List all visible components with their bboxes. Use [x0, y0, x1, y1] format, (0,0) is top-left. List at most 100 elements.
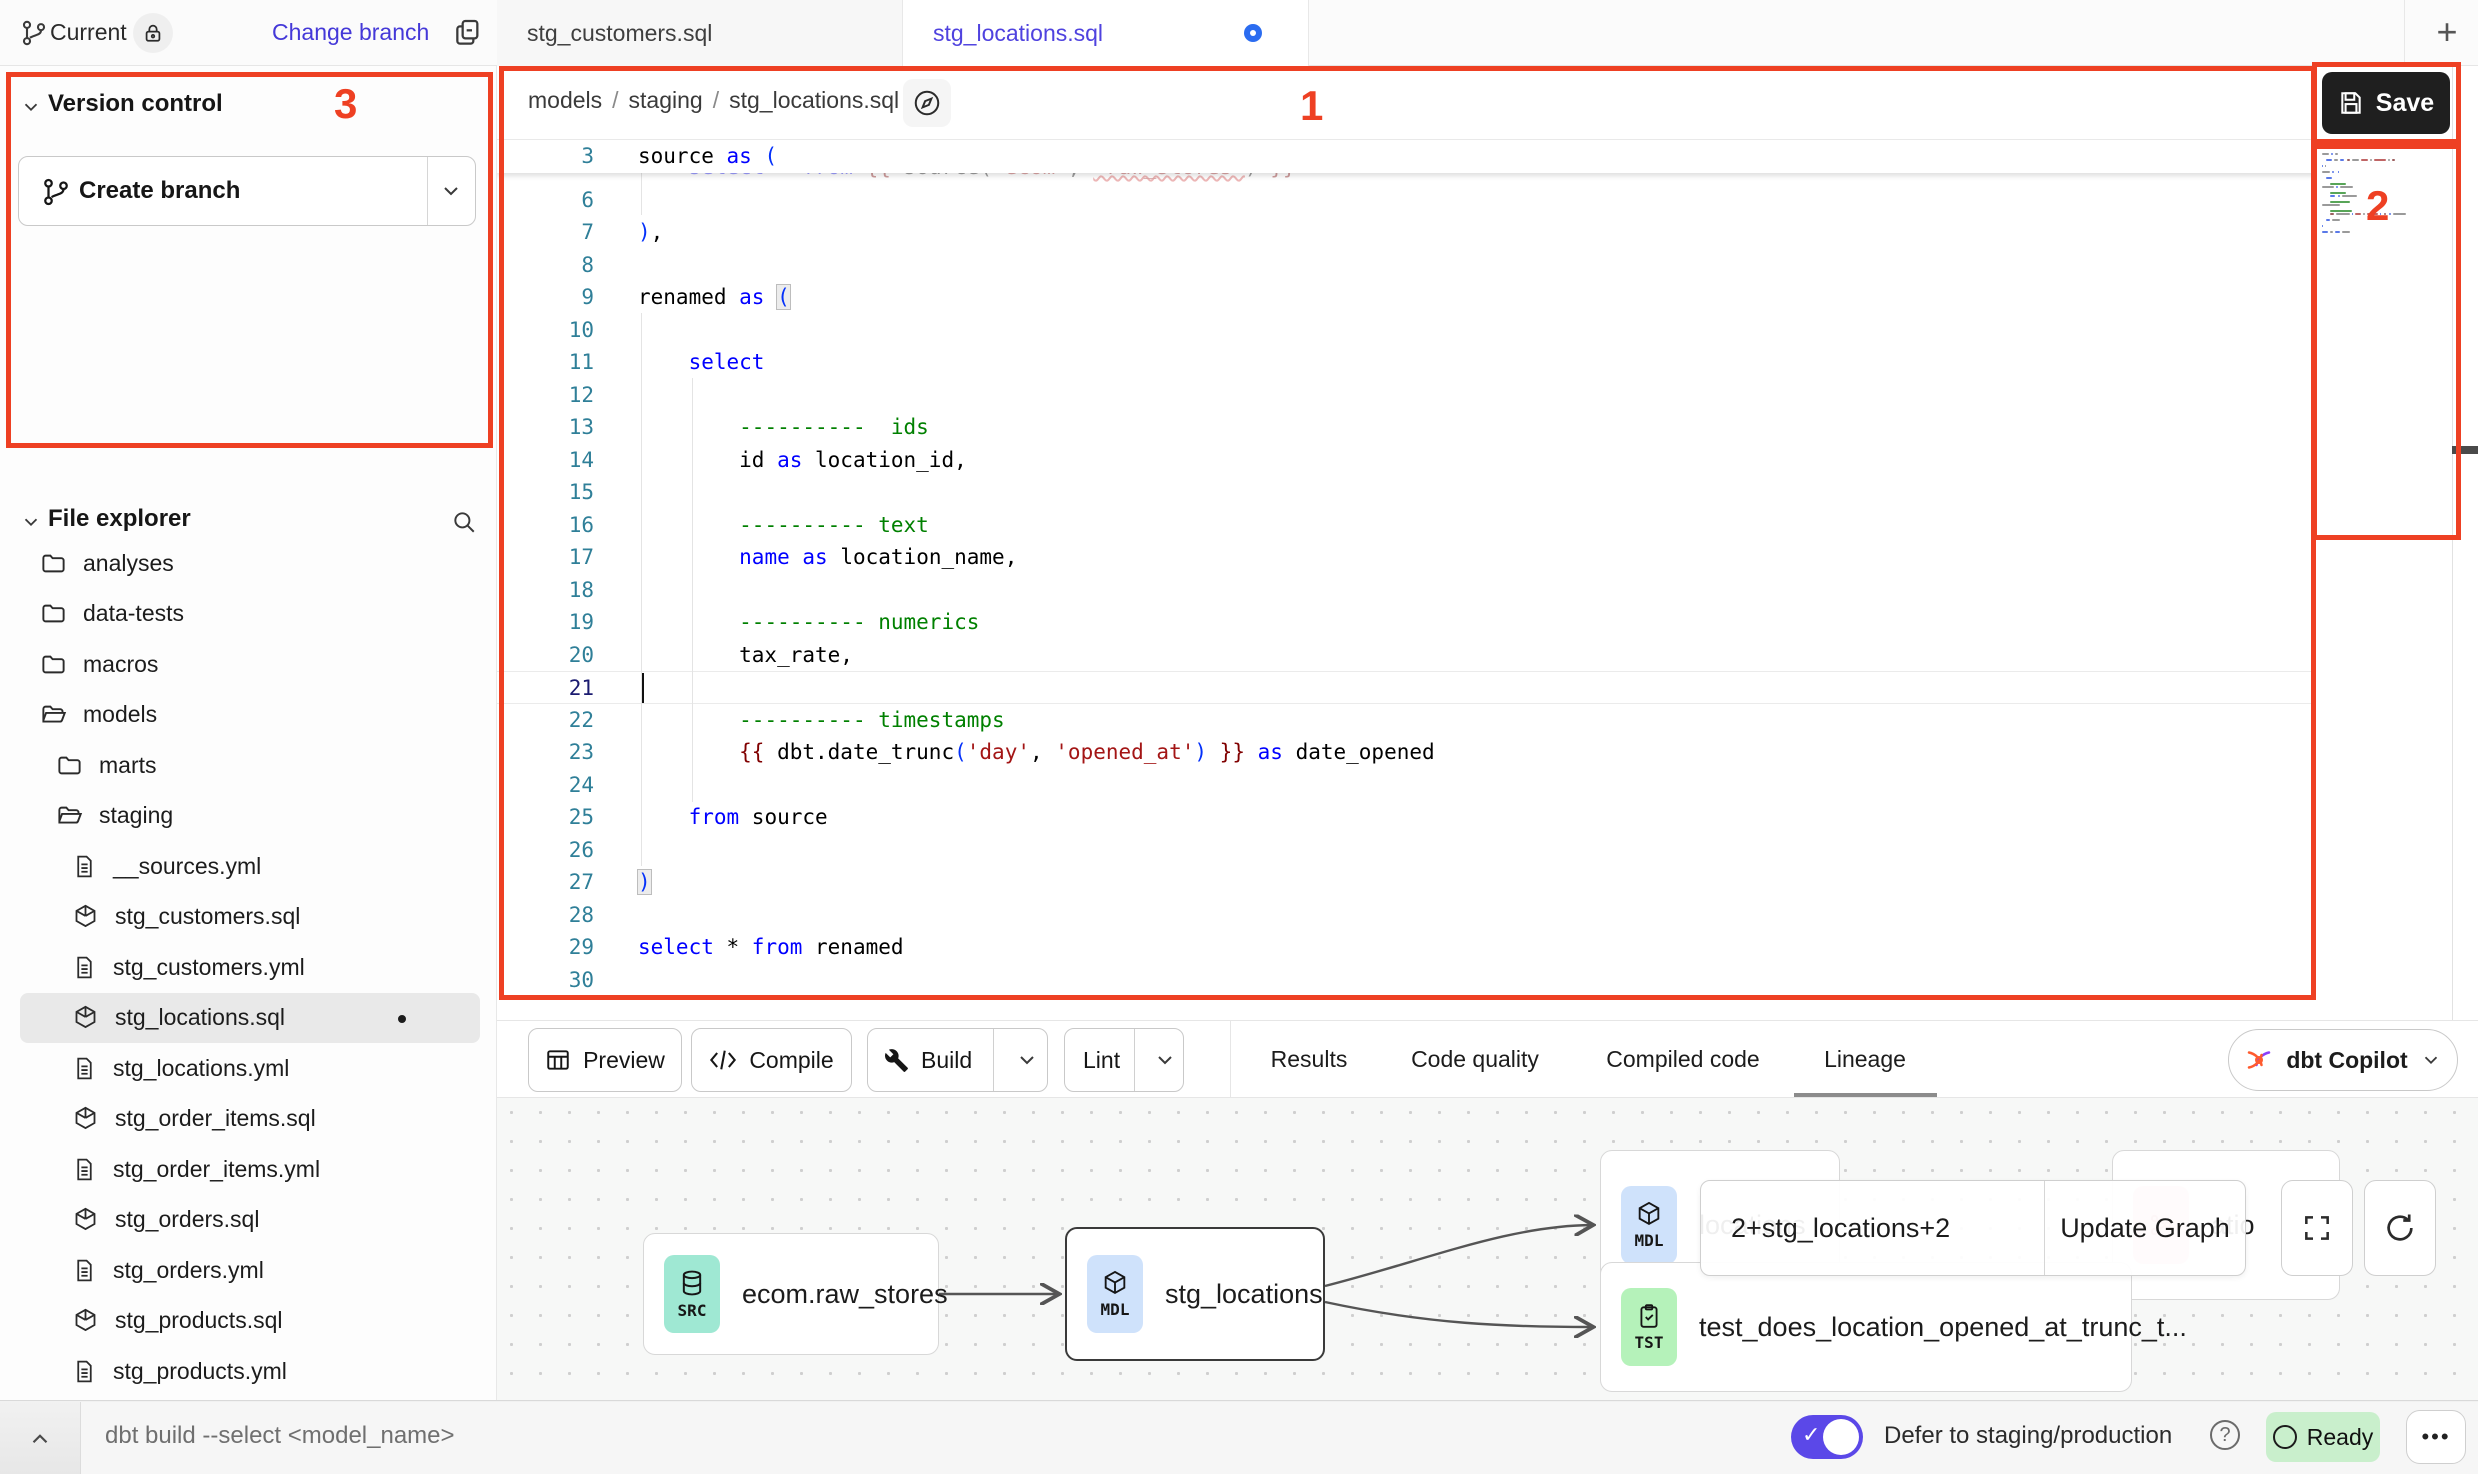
lineage-selector-input[interactable]: 2+stg_locations+2: [1701, 1181, 2044, 1275]
copy-branch-icon[interactable]: [452, 16, 484, 50]
results-tab-Compiled code[interactable]: Compiled code: [1578, 1021, 1788, 1098]
action-toolbar: Preview Compile Build Lint: [497, 1020, 2478, 1098]
create-branch-button[interactable]: Create branch: [18, 156, 476, 226]
breadcrumb-segment[interactable]: models: [528, 87, 602, 113]
collapse-panel-button[interactable]: [14, 1417, 66, 1461]
line-number: 18: [497, 574, 594, 607]
folder-open-icon: [40, 701, 67, 728]
lineage-node-stg_locations[interactable]: MDLstg_locations: [1065, 1227, 1325, 1361]
help-icon[interactable]: ?: [2210, 1420, 2240, 1450]
compile-label: Compile: [749, 1047, 833, 1074]
editor-tab-stg_locations.sql[interactable]: stg_locations.sql: [903, 0, 1309, 66]
lint-label: Lint: [1083, 1047, 1120, 1074]
copilot-dropdown[interactable]: [2420, 1049, 2442, 1071]
file-item-models[interactable]: models: [0, 690, 497, 740]
file-item-stg_products.sql[interactable]: stg_products.sql: [0, 1296, 497, 1346]
lineage-refresh-button[interactable]: [2364, 1180, 2436, 1276]
file-item-stg_order_items.sql[interactable]: stg_order_items.sql: [0, 1094, 497, 1144]
results-tab-Lineage[interactable]: Lineage: [1800, 1021, 1930, 1098]
create-branch-dropdown[interactable]: [426, 157, 475, 225]
file-icon: [72, 853, 97, 880]
build-button[interactable]: Build: [867, 1028, 1048, 1092]
node-type-badge: MDL: [1087, 1255, 1143, 1333]
save-button[interactable]: Save: [2322, 72, 2450, 134]
code-line-26: 26: [497, 834, 2316, 867]
code-line-11: 11 select: [497, 346, 2316, 379]
results-tab-Results[interactable]: Results: [1249, 1021, 1369, 1098]
code-line-10: 10: [497, 314, 2316, 347]
results-tab-Code quality[interactable]: Code quality: [1385, 1021, 1565, 1098]
defer-toggle[interactable]: ✓: [1791, 1415, 1863, 1459]
file-item-staging[interactable]: staging: [0, 791, 497, 841]
lineage-compass-icon[interactable]: [903, 79, 951, 127]
line-number: 10: [497, 314, 594, 347]
tab-label: stg_customers.sql: [527, 20, 712, 47]
file-item-stg_orders.yml[interactable]: stg_orders.yml: [0, 1245, 497, 1295]
file-item-__sources.yml[interactable]: __sources.yml: [0, 841, 497, 891]
editor-pane: models/staging/stg_locations.sql select …: [497, 66, 2452, 1020]
tab-label: stg_locations.sql: [933, 20, 1103, 47]
breadcrumb-segment[interactable]: staging: [629, 87, 703, 113]
file-item-analyses[interactable]: analyses: [0, 538, 497, 588]
line-number: 22: [497, 704, 594, 737]
code-line-20: 20 tax_rate,: [497, 639, 2316, 672]
file-item-stg_customers.yml[interactable]: stg_customers.yml: [0, 942, 497, 992]
lineage-node-ecom.raw_stores[interactable]: SRCecom.raw_stores: [643, 1233, 939, 1355]
file-item-stg_customers.sql[interactable]: stg_customers.sql: [0, 892, 497, 942]
file-explorer-header[interactable]: File explorer: [0, 497, 497, 543]
chevron-down-icon: [20, 96, 42, 118]
table-icon: [545, 1047, 571, 1073]
ready-status-button[interactable]: Ready: [2266, 1412, 2380, 1462]
preview-button[interactable]: Preview: [528, 1028, 682, 1092]
code-editor[interactable]: select * from {{ source('ecom', 'raw_sto…: [497, 140, 2316, 1020]
file-item-stg_products.yml[interactable]: stg_products.yml: [0, 1346, 497, 1396]
search-icon[interactable]: [451, 509, 477, 535]
code-line-6: 6: [497, 184, 2316, 217]
lineage-node-test_does_location_opened_at_trunc_t...[interactable]: TSTtest_does_location_opened_at_trunc_t.…: [1600, 1262, 2132, 1392]
more-options-button[interactable]: •••: [2406, 1410, 2466, 1464]
line-number: 29: [497, 931, 594, 964]
file-item-stg_locations.sql[interactable]: stg_locations.sql: [0, 993, 497, 1043]
compile-button[interactable]: Compile: [691, 1028, 852, 1092]
breadcrumb-segment[interactable]: stg_locations.sql: [729, 87, 899, 113]
preview-label: Preview: [583, 1047, 665, 1074]
minimap[interactable]: [2322, 146, 2448, 236]
lineage-panel[interactable]: SRCecom.raw_storesMDLstg_locationsMDLloc…: [497, 1098, 2478, 1400]
sidebar: Version control Create branch Fil: [0, 66, 497, 1400]
build-dropdown[interactable]: [1015, 1048, 1039, 1072]
code-line-18: 18: [497, 574, 2316, 607]
file-item-stg_order_items.yml[interactable]: stg_order_items.yml: [0, 1144, 497, 1194]
save-label: Save: [2376, 89, 2434, 118]
file-icon: [72, 1257, 97, 1284]
change-branch-link[interactable]: Change branch: [272, 19, 429, 46]
file-icon: [72, 1358, 97, 1385]
model-icon: [72, 1105, 99, 1132]
new-tab-button[interactable]: +: [2427, 12, 2467, 52]
newtab-area: +: [2404, 0, 2478, 66]
file-item-macros[interactable]: macros: [0, 639, 497, 689]
line-number: 28: [497, 899, 594, 932]
current-branch-label: Current: [50, 19, 127, 46]
file-item-data-tests[interactable]: data-tests: [0, 589, 497, 639]
lint-dropdown[interactable]: [1153, 1048, 1177, 1072]
code-line-17: 17 name as location_name,: [497, 541, 2316, 574]
file-item-stg_orders.sql[interactable]: stg_orders.sql: [0, 1195, 497, 1245]
code-line-29: 29select * from renamed: [497, 931, 2316, 964]
lineage-fullscreen-button[interactable]: [2281, 1180, 2353, 1276]
lint-button[interactable]: Lint: [1064, 1028, 1184, 1092]
dbt-copilot-button[interactable]: dbt Copilot: [2228, 1029, 2458, 1091]
file-item-marts[interactable]: marts: [0, 740, 497, 790]
folder-open-icon: [56, 802, 83, 829]
file-item-stg_locations.yml[interactable]: stg_locations.yml: [0, 1043, 497, 1093]
sticky-scroll-line: 3 source as (: [497, 140, 2316, 173]
code-line-23: 23 {{ dbt.date_trunc('day', 'opened_at')…: [497, 736, 2316, 769]
update-graph-button[interactable]: Update Graph: [2045, 1181, 2245, 1275]
node-label: ecom.raw_stores: [742, 1279, 948, 1310]
code-line-27: 27): [497, 866, 2316, 899]
create-branch-main[interactable]: Create branch: [19, 157, 427, 225]
panel-resize-handle[interactable]: [2452, 446, 2478, 454]
line-number: 12: [497, 379, 594, 412]
version-control-header[interactable]: Version control: [0, 82, 497, 128]
branch-readonly-badge: [133, 13, 173, 53]
editor-tab-stg_customers.sql[interactable]: stg_customers.sql: [497, 0, 903, 66]
